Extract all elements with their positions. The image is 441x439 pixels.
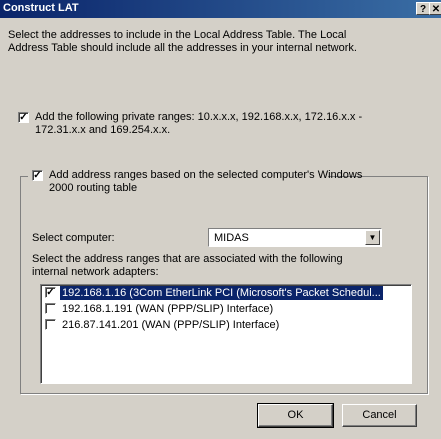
help-button[interactable]: ? [416, 2, 430, 15]
computer-select-value: MIDAS [214, 232, 249, 244]
title-bar: Construct LAT ? ✕ [0, 0, 441, 18]
routing-ranges-label-line2: 2000 routing table [49, 182, 138, 194]
cancel-button[interactable]: Cancel [342, 404, 417, 427]
adapter-list-item[interactable]: 216.87.141.201 (WAN (PPP/SLIP) Interface… [44, 318, 408, 332]
routing-ranges-label-line1: Add address ranges based on the selected… [49, 169, 363, 181]
close-button[interactable]: ✕ [429, 2, 441, 15]
intro-text-line2: Address Table should include all the add… [8, 42, 357, 54]
adapter-checkbox[interactable] [45, 287, 56, 298]
computer-select[interactable]: MIDAS ▼ [208, 228, 382, 247]
adapters-instruction-line1: Select the address ranges that are assoc… [32, 253, 343, 265]
ok-button[interactable]: OK [257, 403, 334, 428]
adapter-list-item[interactable]: 192.168.1.191 (WAN (PPP/SLIP) Interface) [44, 302, 408, 316]
private-ranges-label-line2: 172.31.x.x and 169.254.x.x. [35, 124, 171, 136]
adapters-listbox[interactable]: 192.168.1.16 (3Com EtherLink PCI (Micros… [40, 284, 412, 384]
adapter-label: 192.168.1.191 (WAN (PPP/SLIP) Interface) [62, 303, 274, 315]
adapter-checkbox[interactable] [45, 303, 56, 314]
intro-text-line1: Select the addresses to include in the L… [8, 29, 347, 41]
adapter-label: 192.168.1.16 (3Com EtherLink PCI (Micros… [60, 286, 383, 300]
private-ranges-label-line1: Add the following private ranges: 10.x.x… [35, 111, 363, 123]
adapter-checkbox[interactable] [45, 319, 56, 330]
adapter-label: 216.87.141.201 (WAN (PPP/SLIP) Interface… [62, 319, 280, 331]
chevron-down-icon[interactable]: ▼ [365, 230, 380, 245]
adapter-list-item[interactable]: 192.168.1.16 (3Com EtherLink PCI (Micros… [44, 286, 408, 300]
private-ranges-checkbox[interactable] [18, 112, 29, 123]
window-title: Construct LAT [3, 2, 79, 14]
select-computer-label: Select computer: [32, 232, 115, 244]
adapters-instruction-line2: internal network adapters: [32, 266, 159, 278]
routing-ranges-checkbox[interactable] [32, 170, 43, 181]
